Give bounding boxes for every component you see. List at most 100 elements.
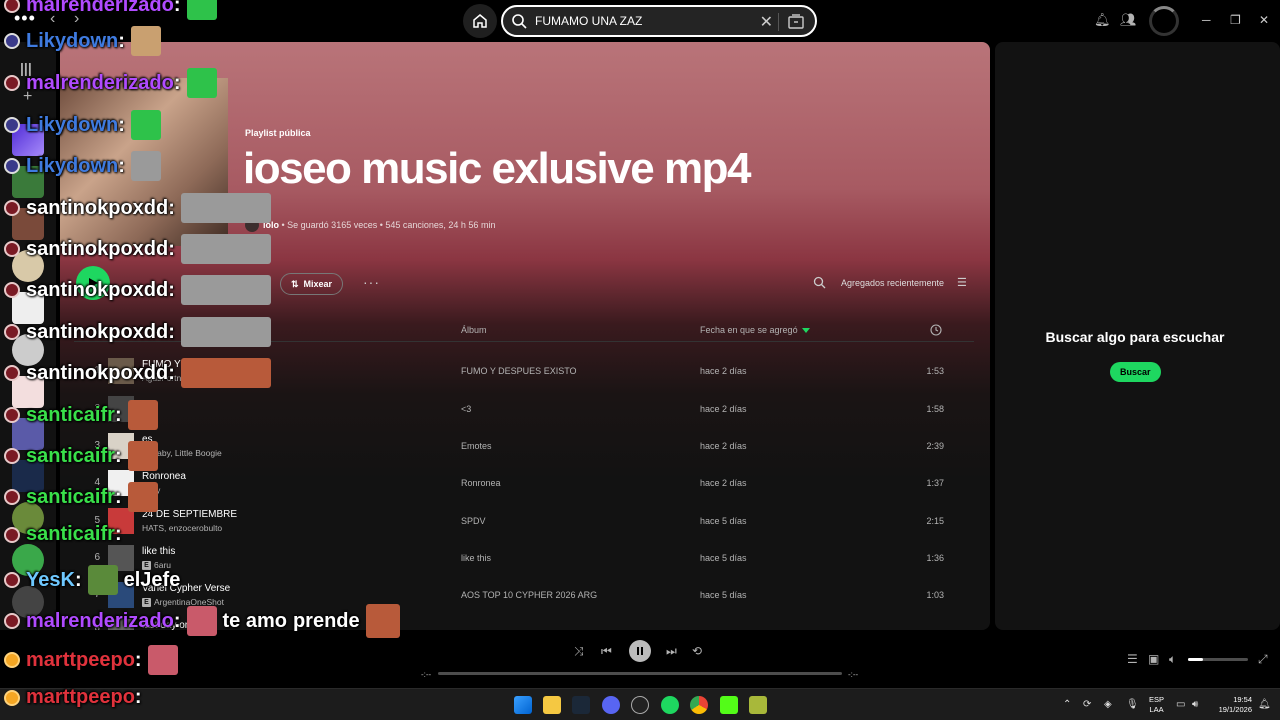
repeat-icon[interactable]: ⟲ (692, 644, 702, 658)
list-search-icon[interactable] (813, 276, 826, 289)
track-title[interactable]: FUMO Y D (142, 359, 191, 370)
system-clock[interactable]: 19:54 19/1/2026 (1210, 695, 1252, 715)
kick-icon[interactable] (720, 696, 738, 714)
search-something-button[interactable]: Buscar (1110, 362, 1161, 382)
list-view-icon[interactable]: ☰ (957, 276, 967, 289)
notification-icon[interactable]: 🔔︎ (1258, 699, 1271, 710)
sidebar-playlist-thumb[interactable] (12, 460, 44, 492)
spotify-icon[interactable] (661, 696, 679, 714)
track-artist[interactable]: E 6aru (142, 560, 171, 571)
steam-icon[interactable] (572, 696, 590, 714)
search-bar[interactable]: ✕ (501, 5, 817, 37)
shuffle-icon[interactable]: ⤨ (574, 644, 584, 659)
mix-button[interactable]: ⇅ Mixear (280, 273, 344, 295)
previous-icon[interactable]: ⏮︎ (601, 644, 612, 659)
liked-songs-thumb[interactable] (12, 124, 44, 156)
profile-avatar[interactable] (1149, 6, 1179, 36)
browse-icon[interactable] (787, 13, 805, 31)
tray-app-icon[interactable]: ◈ (1104, 699, 1112, 710)
sidebar-artist-thumb[interactable] (12, 544, 44, 576)
track-row[interactable]: 6 like this E 6aru like this hace 5 días 1:36 (74, 540, 974, 577)
discord-icon[interactable] (602, 696, 620, 714)
home-button[interactable] (463, 4, 497, 38)
tray-sync-icon[interactable]: ⟳ (1083, 699, 1091, 710)
file-explorer-icon[interactable] (543, 696, 561, 714)
track-title[interactable]: Vahel Cypher Verse (142, 583, 230, 594)
track-artist[interactable]: rrobaby, Little Boogie (142, 448, 222, 458)
track-title[interactable]: es (142, 434, 153, 445)
track-album[interactable]: <3 (461, 404, 471, 414)
microphone-icon[interactable]: 🎙︎ (1126, 699, 1139, 710)
track-artist[interactable]: AgusFortnite (142, 373, 190, 383)
sidebar-playlist-thumb[interactable] (12, 418, 44, 450)
volume-slider[interactable] (1188, 658, 1248, 661)
track-row[interactable]: 5 24 DE SEPTIEMBRE HATS, enzocerobulto SPDV… (74, 503, 974, 540)
track-row[interactable]: 7 Vahel Cypher Verse E ArgentinaOneShot AOS … (74, 577, 974, 614)
sidebar-playlist-thumb[interactable] (12, 292, 44, 324)
friends-icon[interactable]: 👥︎ (1120, 12, 1137, 28)
close-window-icon[interactable]: ✕ (1259, 13, 1269, 27)
language-indicator[interactable]: ESP LAA (1149, 695, 1164, 715)
track-album[interactable]: SPDV (461, 516, 486, 526)
track-thumb (108, 433, 134, 459)
start-icon[interactable] (514, 696, 532, 714)
network-icon[interactable]: ▭ (1176, 699, 1185, 710)
back-arrow-icon[interactable]: ‹ (50, 10, 55, 28)
progress-bar[interactable] (438, 672, 842, 675)
track-title[interactable]: last day on earth (142, 620, 216, 630)
volume-icon[interactable]: 🔈︎ (1169, 652, 1176, 667)
track-album[interactable]: FUMO Y DESPUES EXISTO (461, 366, 577, 376)
sidebar-playlist-thumb[interactable] (12, 376, 44, 408)
search-input[interactable] (535, 14, 745, 28)
more-options-button[interactable]: ··· (363, 274, 380, 290)
app-icon[interactable] (749, 696, 767, 714)
track-title[interactable]: like this (142, 546, 175, 557)
connect-device-icon[interactable]: ▣ (1148, 652, 1159, 666)
track-album[interactable]: like this (461, 553, 491, 563)
sidebar-artist-thumb[interactable] (12, 502, 44, 534)
next-icon[interactable]: ⏭︎ (666, 644, 677, 659)
sort-dropdown[interactable]: Agregados recientemente (841, 278, 944, 288)
queue-icon[interactable]: ☰ (1127, 652, 1138, 666)
track-title[interactable]: Ronronea (142, 471, 186, 482)
column-album[interactable]: Álbum (461, 325, 487, 335)
clear-search-icon[interactable]: ✕ (760, 12, 773, 32)
track-row[interactable]: 2 ll <3 hace 2 días 1:58 (74, 391, 974, 428)
track-artist[interactable]: ll (142, 411, 146, 421)
sidebar-artist-thumb[interactable] (12, 250, 44, 282)
tray-chevron-icon[interactable]: ⌃ (1063, 699, 1071, 710)
sidebar-artist-thumb[interactable] (12, 586, 44, 618)
track-album[interactable]: Ronronea (461, 478, 501, 488)
track-album[interactable]: AOS TOP 10 CYPHER 2026 ARG (461, 590, 597, 600)
player-bar: ⤨ ⏮︎ ⏭︎ ⟲ -:-- -:-- ☰ ▣ 🔈︎ ⤢ (0, 630, 1280, 688)
track-number: 2 (94, 403, 100, 414)
library-icon[interactable]: ||| (20, 60, 32, 76)
forward-arrow-icon[interactable]: › (74, 10, 79, 28)
obs-icon[interactable] (631, 696, 649, 714)
pause-button[interactable] (629, 640, 651, 662)
create-plus-icon[interactable]: + (23, 88, 32, 106)
fullscreen-icon[interactable]: ⤢ (1258, 652, 1268, 667)
track-row[interactable]: 1 FUMO Y D AgusFortnite FUMO Y DESPUES EXIS… (74, 353, 974, 390)
track-title[interactable]: 24 DE SEPTIEMBRE (142, 509, 237, 520)
chrome-icon[interactable] (690, 696, 708, 714)
speaker-icon[interactable]: 🔊︎ (1192, 699, 1198, 710)
sidebar-playlist-thumb[interactable] (12, 208, 44, 240)
play-button[interactable] (76, 266, 110, 300)
maximize-icon[interactable]: ❐ (1230, 13, 1241, 27)
track-row[interactable]: 3 es rrobaby, Little Boogie Emotes hace 2 dí… (74, 428, 974, 465)
minimize-icon[interactable]: ─ (1202, 13, 1211, 27)
bell-icon[interactable]: 🔔︎ (1094, 12, 1111, 28)
track-album[interactable]: Emotes (461, 441, 492, 451)
track-row[interactable]: 4 Ronronea baby Ronronea hace 2 días 1:37 (74, 465, 974, 502)
menu-dots-button[interactable]: ••• (14, 8, 36, 29)
sidebar-playlist-thumb[interactable] (12, 166, 44, 198)
column-date-added[interactable]: Fecha en que se agregó (700, 325, 810, 335)
sidebar-artist-thumb[interactable] (12, 334, 44, 366)
playlist-view: Playlist pública ioseo music exlusive mp… (60, 42, 990, 630)
track-artist[interactable]: baby (142, 485, 160, 495)
track-artist[interactable]: E ArgentinaOneShot (142, 597, 224, 608)
track-row[interactable]: 8last day on earth (74, 614, 974, 630)
track-artist[interactable]: HATS, enzocerobulto (142, 523, 222, 533)
owner-link[interactable]: lolo (263, 220, 279, 230)
